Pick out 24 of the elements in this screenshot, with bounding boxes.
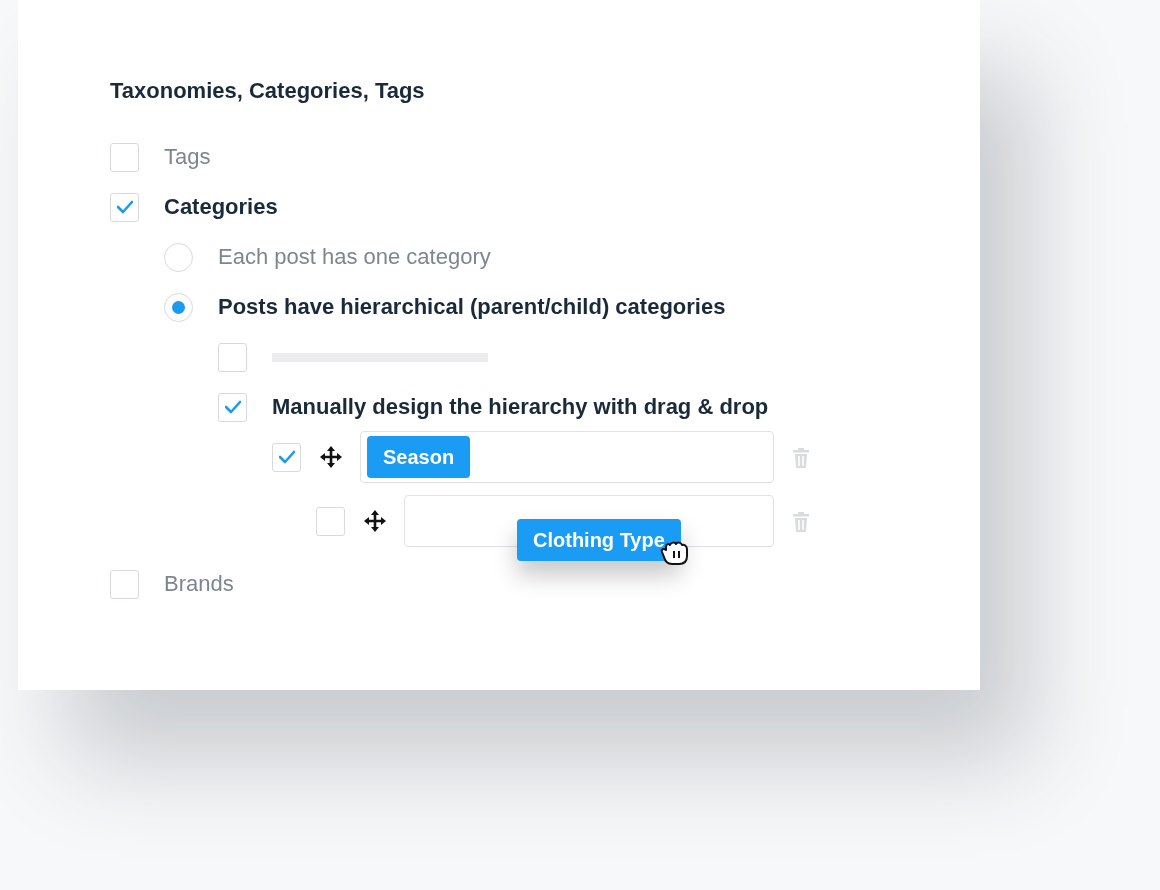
term-tag[interactable]: Season (367, 436, 471, 478)
check-icon (224, 400, 241, 414)
term-tag[interactable]: Clothing Type (517, 519, 681, 561)
checkbox[interactable] (110, 569, 139, 599)
option-label: Tags (164, 143, 211, 171)
check-icon (116, 200, 133, 214)
radio-button[interactable] (164, 242, 193, 272)
option-label: Brands (164, 570, 234, 598)
radio-button[interactable] (164, 292, 193, 322)
section-heading: Taxonomies, Categories, Tags (110, 77, 426, 105)
move-handle-icon[interactable] (363, 509, 387, 533)
move-handle-icon[interactable] (319, 445, 343, 469)
option-label: Categories (164, 193, 278, 221)
checkbox[interactable] (110, 142, 139, 172)
checkbox[interactable] (218, 392, 247, 422)
checkbox[interactable] (316, 506, 345, 536)
option-label: Posts have hierarchical (parent/child) categories (218, 293, 726, 321)
check-icon (278, 450, 295, 464)
option-label: Manually design the hierarchy with drag & drop (272, 393, 769, 421)
option-label: Each post has one category (218, 243, 491, 271)
term-field[interactable]: Season (360, 431, 774, 483)
checkbox[interactable] (110, 192, 139, 222)
checkbox[interactable] (218, 342, 247, 372)
checkbox[interactable] (272, 442, 301, 472)
